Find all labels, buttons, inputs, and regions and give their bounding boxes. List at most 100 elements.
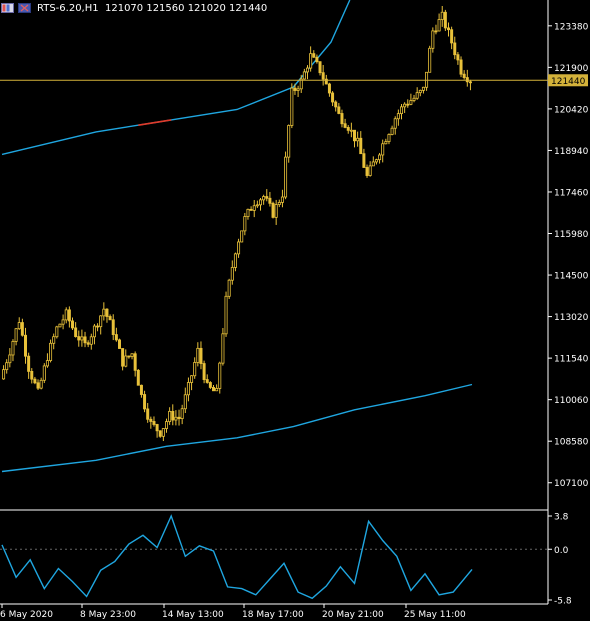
candle-body bbox=[36, 382, 40, 389]
candle-body bbox=[80, 336, 84, 341]
candle-body bbox=[105, 308, 109, 317]
candle-body bbox=[390, 127, 394, 135]
candle-body bbox=[99, 315, 103, 328]
candle-body bbox=[378, 154, 382, 161]
oscillator-tick-label: 0.0 bbox=[554, 546, 569, 556]
candle-body bbox=[177, 416, 181, 419]
price-tick-label: 114500 bbox=[554, 272, 589, 282]
candle-body bbox=[224, 295, 228, 335]
candle-body bbox=[368, 165, 372, 176]
candle-body bbox=[447, 27, 450, 31]
candle-body bbox=[136, 369, 140, 386]
trading-chart[interactable]: 121440 123380 121900 120420 118940 117460 1159… bbox=[0, 0, 590, 621]
price-tick-label: 121900 bbox=[554, 64, 589, 74]
candle-body bbox=[415, 92, 419, 99]
candle-body bbox=[61, 319, 65, 325]
window-grid-icon[interactable] bbox=[1, 3, 14, 13]
candle-body bbox=[49, 342, 53, 361]
candle-body bbox=[428, 47, 432, 73]
candle-body bbox=[412, 97, 416, 101]
candle-body bbox=[271, 202, 275, 218]
candle-body bbox=[306, 67, 309, 73]
candle-body bbox=[356, 137, 360, 142]
candle-body bbox=[218, 362, 222, 389]
candle-body bbox=[227, 279, 231, 297]
candle-body bbox=[111, 319, 115, 335]
oscillator-tick-label: -5.8 bbox=[554, 597, 572, 607]
candle-body bbox=[365, 167, 369, 176]
price-tick-label: 120420 bbox=[554, 105, 589, 115]
candle-body bbox=[58, 323, 62, 328]
candle-body bbox=[5, 362, 9, 371]
candle-body bbox=[221, 333, 225, 364]
candle-body bbox=[362, 153, 366, 168]
candle-body bbox=[384, 141, 388, 145]
time-tick-label: 18 May 17:00 bbox=[242, 610, 304, 620]
candle-body bbox=[293, 87, 297, 91]
candle-body bbox=[353, 129, 356, 142]
candle-body bbox=[174, 416, 178, 421]
candle-body bbox=[418, 89, 422, 94]
candle-body bbox=[168, 410, 172, 422]
candle-body bbox=[165, 421, 168, 429]
candle-body bbox=[139, 384, 143, 395]
price-tick-label: 111540 bbox=[554, 355, 589, 365]
price-tick-label: 115980 bbox=[554, 230, 589, 240]
candle-body bbox=[334, 101, 338, 108]
candle-body bbox=[465, 77, 469, 83]
flag-icon[interactable] bbox=[18, 3, 31, 13]
candle-body bbox=[108, 316, 112, 321]
price-tick-label: 118940 bbox=[554, 147, 589, 157]
candle-body bbox=[143, 394, 147, 410]
candle-body bbox=[337, 106, 341, 114]
candle-body bbox=[67, 309, 71, 322]
candle-body bbox=[252, 205, 256, 211]
candle-body bbox=[52, 336, 56, 344]
candle-body bbox=[240, 230, 244, 243]
candle-body bbox=[371, 161, 375, 167]
candle-body bbox=[77, 336, 81, 341]
candle-body bbox=[146, 408, 150, 420]
candle-body bbox=[24, 334, 27, 357]
candle-body bbox=[359, 137, 363, 155]
candle-body bbox=[20, 322, 24, 336]
candle-body bbox=[212, 387, 215, 392]
candle-body bbox=[315, 56, 319, 63]
ohlc-values: 121070 121560 121020 121440 bbox=[104, 2, 268, 14]
candle-body bbox=[277, 202, 281, 205]
candle-body bbox=[158, 430, 162, 437]
candle-body bbox=[102, 308, 106, 317]
candle-body bbox=[202, 363, 206, 380]
price-tick-label: 117460 bbox=[554, 188, 589, 198]
candle-body bbox=[42, 365, 46, 381]
candle-body bbox=[468, 81, 472, 84]
candle-body bbox=[171, 410, 175, 421]
candle-body bbox=[130, 353, 134, 357]
candle-body bbox=[127, 355, 131, 358]
candle-body bbox=[434, 30, 438, 33]
candle-body bbox=[393, 118, 397, 129]
candle-body bbox=[180, 408, 184, 419]
candle-body bbox=[327, 83, 331, 94]
candle-body bbox=[450, 29, 454, 44]
candle-body bbox=[406, 103, 410, 106]
candle-body bbox=[133, 353, 137, 371]
symbol-name: RTS-6.20,H1 bbox=[37, 2, 99, 14]
candle-body bbox=[431, 30, 435, 49]
candle-body bbox=[39, 379, 43, 389]
candle-body bbox=[409, 100, 413, 105]
candle-body bbox=[309, 53, 313, 69]
candle-body bbox=[456, 54, 460, 61]
candle-body bbox=[55, 326, 59, 338]
candle-body bbox=[233, 253, 237, 268]
candle-body bbox=[396, 113, 400, 120]
candle-body bbox=[121, 348, 125, 367]
time-tick-label: 20 May 21:00 bbox=[322, 610, 384, 620]
candle-body bbox=[11, 341, 15, 356]
candle-body bbox=[374, 159, 378, 163]
candle-body bbox=[183, 394, 187, 410]
candle-body bbox=[346, 127, 350, 131]
candle-body bbox=[114, 334, 118, 341]
candle-body bbox=[152, 421, 156, 425]
candle-body bbox=[230, 267, 234, 281]
